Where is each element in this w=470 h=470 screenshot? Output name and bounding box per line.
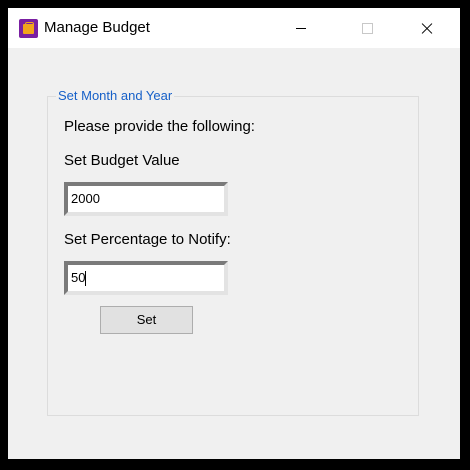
manage-budget-window: Manage Budget Set Month and Year Please … [8,8,460,459]
instruction-label: Please provide the following: [64,118,255,135]
title-bar[interactable]: Manage Budget [8,8,460,48]
minimize-button[interactable] [278,8,324,48]
maximize-button[interactable] [344,8,390,48]
text-caret [85,271,87,287]
notify-percentage-label: Set Percentage to Notify: [64,231,231,248]
notify-percentage-field[interactable]: 50 [64,261,228,295]
budget-app-icon [19,19,38,38]
window-title: Manage Budget [44,19,150,36]
budget-value-field[interactable]: 2000 [64,182,228,216]
budget-value-label: Set Budget Value [64,152,180,169]
groupbox-legend: Set Month and Year [56,88,175,104]
set-month-year-groupbox: Set Month and Year [47,88,419,416]
notify-percentage-text: 50 [71,270,86,285]
budget-value-text: 2000 [71,191,100,206]
close-button[interactable] [404,8,450,48]
set-button[interactable]: Set [100,306,193,334]
